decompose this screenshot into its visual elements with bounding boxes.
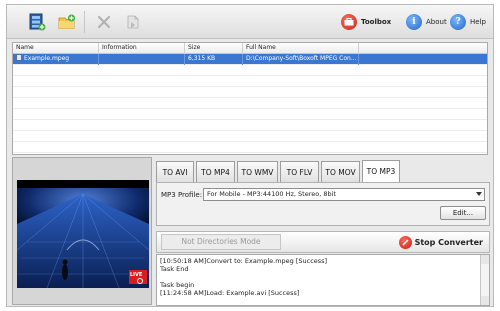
profile-select[interactable]: For Mobile - MP3:44100 Hz, Stereo, 8bit	[203, 188, 485, 201]
tab-to-wmv[interactable]: TO WMV	[237, 161, 278, 183]
log-scrollbar[interactable]	[480, 264, 489, 296]
profile-value: For Mobile - MP3:44100 Hz, Stereo, 8bit	[207, 190, 336, 198]
file-list-header: Name Information Size Full Name	[13, 43, 487, 54]
column-header-fullname[interactable]: Full Name	[243, 43, 359, 54]
tab-pane-mp3: MP3 Profile: For Mobile - MP3:44100 Hz, …	[156, 182, 490, 226]
info-icon: i	[406, 14, 422, 30]
column-header-information[interactable]: Information	[99, 43, 185, 54]
stop-converter-label: Stop Converter	[414, 238, 483, 247]
log-line: [11:24:58 AM]Load: Example.avi [Success]	[160, 289, 300, 297]
preview-panel: LIVE	[12, 157, 152, 305]
empty-row	[13, 131, 487, 142]
delete-button[interactable]	[94, 12, 114, 32]
stop-converter-button[interactable]: Stop Converter	[398, 235, 483, 250]
about-label: About	[426, 18, 447, 26]
stop-icon	[398, 236, 412, 249]
action-bar: Not Directories Mode Stop Converter	[156, 231, 490, 253]
table-row[interactable]: Example.mpeg 6,315 KB D:\Company-Soft\Bo…	[13, 54, 487, 65]
empty-row	[13, 87, 487, 98]
column-header-size[interactable]: Size	[185, 43, 243, 54]
video-file-icon	[16, 54, 22, 61]
empty-row	[13, 98, 487, 109]
toolbox-icon	[341, 14, 357, 30]
log-line: Task begin	[160, 281, 195, 289]
log-line: [10:50:18 AM]Convert to: Example.mpeg [S…	[160, 257, 328, 265]
scroll-up-button[interactable]	[480, 255, 489, 264]
empty-row	[13, 120, 487, 131]
tab-to-mov[interactable]: TO MOV	[321, 161, 360, 183]
help-button[interactable]: ? Help	[450, 14, 486, 30]
file-name: Example.mpeg	[24, 55, 70, 62]
edit-button[interactable]: Edit...	[440, 206, 486, 220]
convert-button[interactable]	[123, 12, 143, 32]
not-directories-mode-button[interactable]: Not Directories Mode	[161, 234, 281, 250]
toolbox-label: Toolbox	[361, 18, 392, 26]
add-folder-icon	[58, 14, 75, 29]
chevron-down-icon	[476, 192, 482, 196]
empty-row	[13, 65, 487, 76]
tab-to-mp3[interactable]: TO MP3	[362, 160, 400, 184]
tab-to-flv[interactable]: TO FLV	[280, 161, 319, 183]
cell-size: 6,315 KB	[185, 54, 243, 65]
log-panel[interactable]: [10:50:18 AM]Convert to: Example.mpeg [S…	[156, 254, 490, 306]
tab-to-avi[interactable]: TO AVI	[156, 161, 194, 183]
column-header-name[interactable]: Name	[13, 43, 99, 54]
cell-name: Example.mpeg	[13, 54, 99, 65]
empty-row	[13, 142, 487, 153]
convert-icon	[127, 15, 139, 29]
empty-row	[13, 76, 487, 87]
toolbox-button[interactable]: Toolbox	[341, 14, 391, 30]
video-frame-image: LIVE	[17, 180, 149, 288]
help-icon: ?	[450, 14, 466, 30]
app-window: Toolbox i About ? Help Name Information …	[6, 4, 494, 307]
cell-information	[99, 54, 185, 65]
empty-row	[13, 109, 487, 120]
add-video-button[interactable]	[27, 12, 47, 32]
delete-icon	[97, 15, 111, 29]
profile-label: MP3 Profile:	[161, 191, 203, 199]
about-button[interactable]: i About	[406, 14, 447, 30]
toolbar-separator	[84, 11, 85, 33]
cell-fullname: D:\Company-Soft\Boxoft MPEG Con...	[243, 54, 359, 65]
file-list[interactable]: Name Information Size Full Name Example.…	[12, 42, 488, 155]
live-badge-text: LIVE	[130, 272, 143, 278]
add-video-icon	[29, 13, 46, 31]
log-line: Task End	[160, 265, 189, 273]
toolbar: Toolbox i About ? Help	[7, 5, 493, 39]
video-preview[interactable]: LIVE	[17, 180, 149, 288]
scroll-down-button[interactable]	[480, 296, 489, 305]
help-label: Help	[470, 18, 486, 26]
add-folder-button[interactable]	[57, 12, 77, 32]
tab-to-mp4[interactable]: TO MP4	[196, 161, 235, 183]
